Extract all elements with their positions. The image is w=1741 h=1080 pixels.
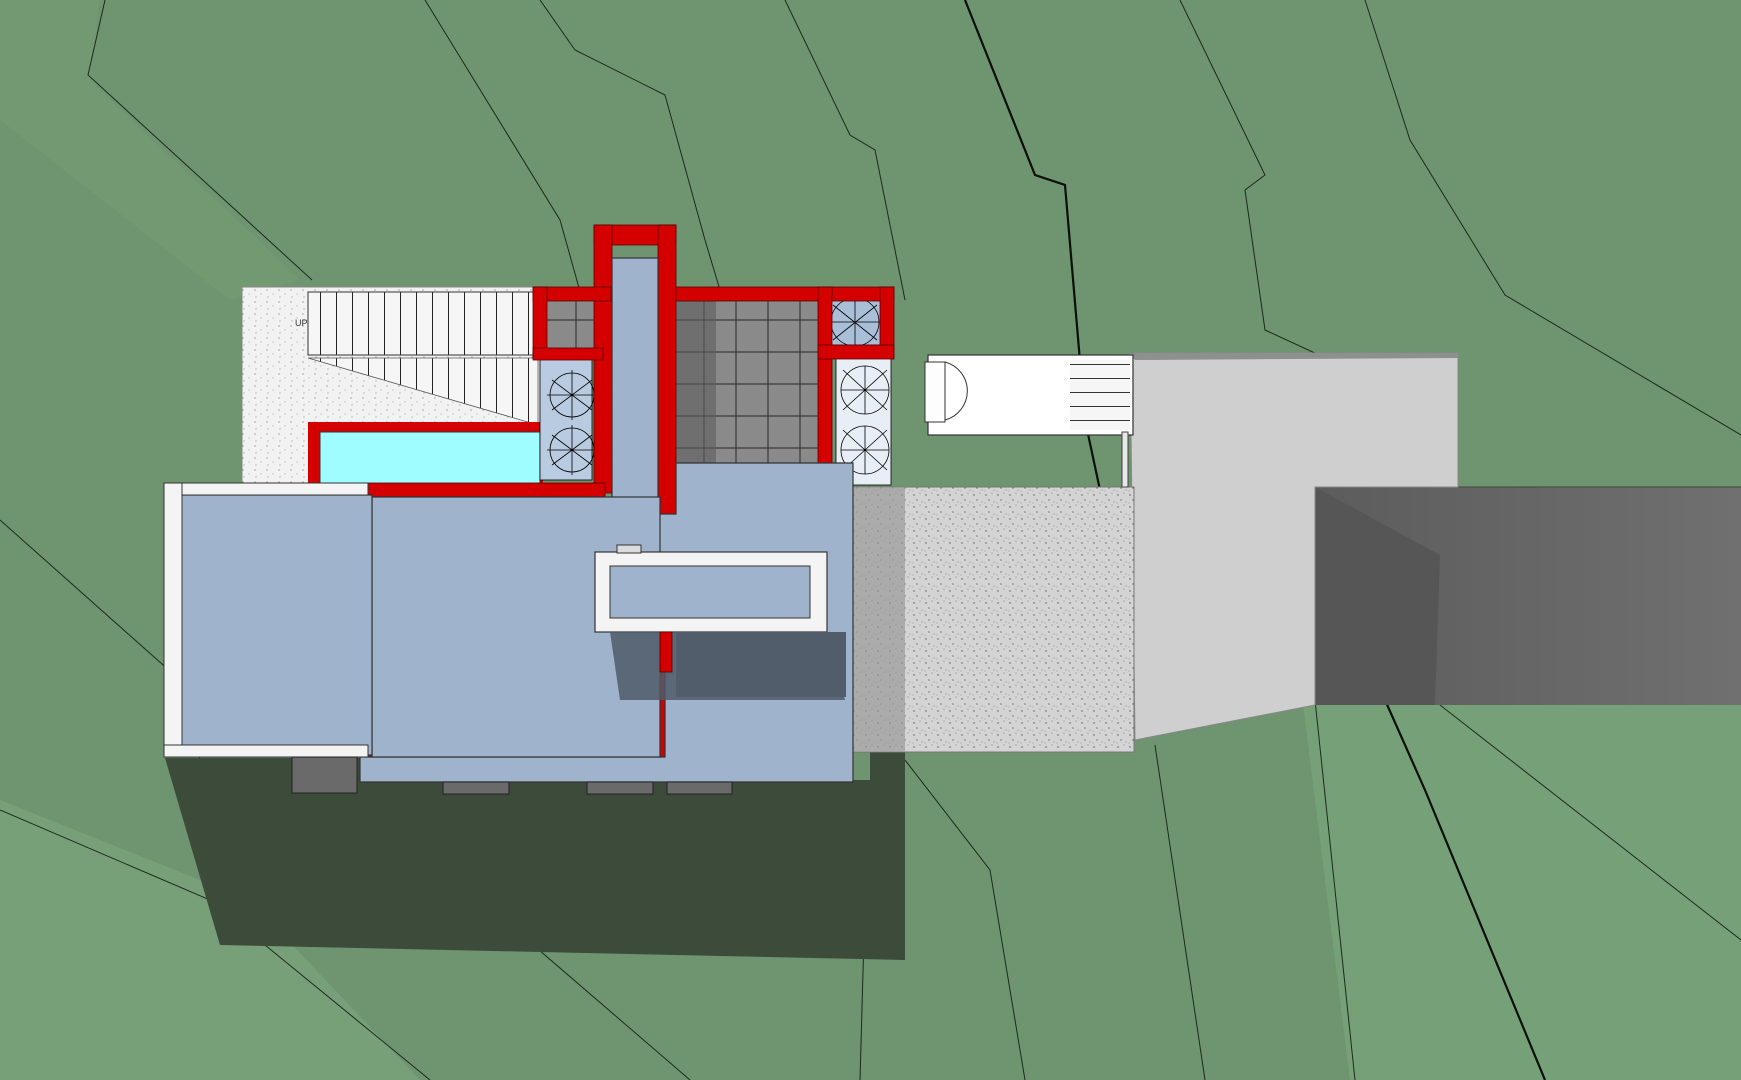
site-plan-drawing: UP [0,0,1741,1080]
wall-inner [532,347,604,361]
wall-court-east [817,286,833,466]
canopy-stairs [1070,360,1130,430]
foundation-block [442,781,510,795]
foundation-block [666,781,733,795]
courtyard-tiles-shade [676,298,716,463]
wall-north [675,286,895,302]
wall-south-pool [364,482,606,498]
balcony-frame [594,544,828,633]
balcony-shadow-deep [676,632,846,697]
balcony-inner [609,565,811,619]
foundation-block [586,781,654,795]
stair-up-label: UP [295,318,308,328]
planter-bed [539,349,593,481]
parapet [163,744,369,758]
canopy-door [924,361,946,423]
swimming-pool [308,422,543,486]
pool-water [319,431,541,485]
small-tile-floor [545,298,597,348]
stair-run [307,291,539,356]
roof-west-wing [179,494,373,756]
balcony-handle [616,544,642,554]
gravel-terrace-shadow [852,487,905,752]
wall-court-east [817,344,895,360]
terrain-light-patch [1300,650,1741,1080]
wall-tower [657,224,677,556]
wall-north-stub [532,286,548,358]
foundation-block [291,756,358,794]
roof-tower [611,257,659,515]
parapet [163,482,183,756]
wall-mullion [659,631,673,673]
canopy-column [1121,431,1129,488]
parapet [163,482,369,496]
